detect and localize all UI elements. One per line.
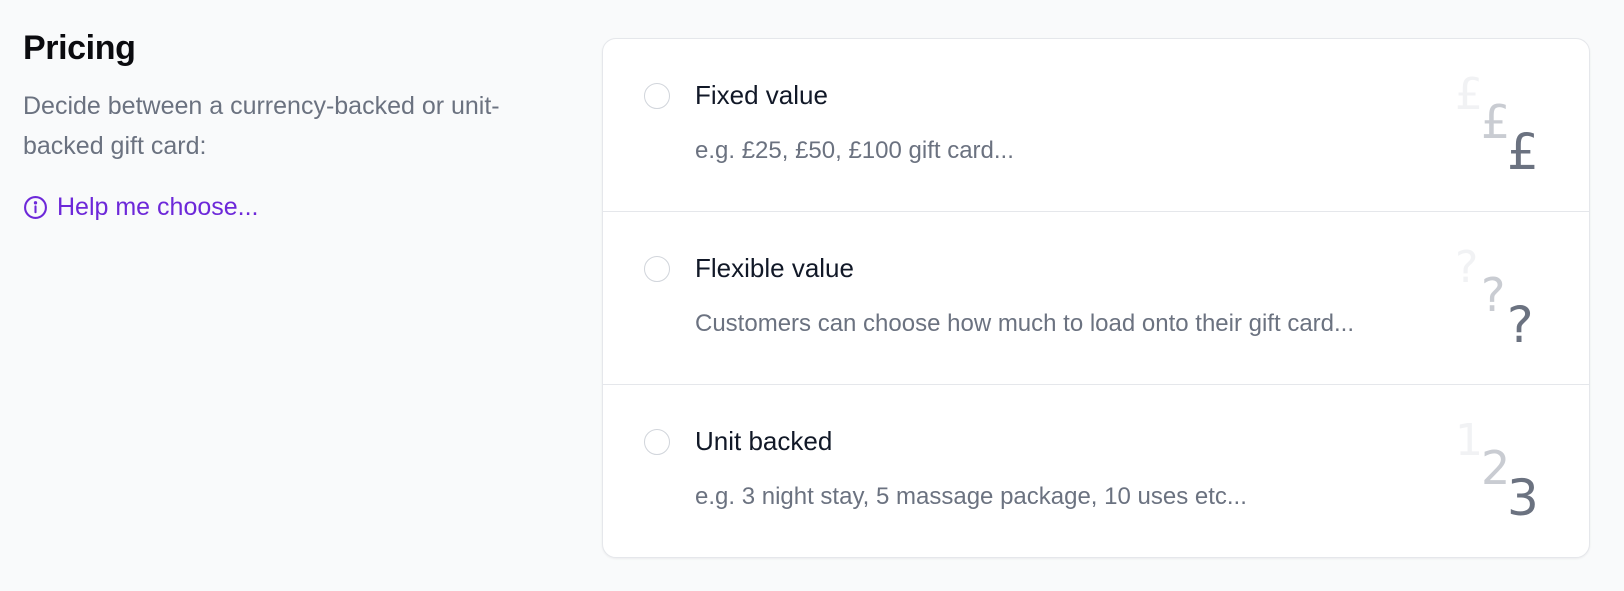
pricing-options-card: Fixed value e.g. £25, £50, £100 gift car… bbox=[602, 38, 1590, 558]
question-glyph-mid: ? bbox=[1481, 268, 1506, 322]
option-description: Customers can choose how much to load on… bbox=[695, 310, 1355, 337]
question-glyph-faint: ? bbox=[1455, 242, 1479, 293]
radio-fixed-value[interactable] bbox=[644, 83, 670, 109]
page-title: Pricing bbox=[23, 29, 136, 67]
pound-glyph-dark: £ bbox=[1507, 123, 1539, 181]
option-title: Unit backed bbox=[695, 426, 833, 456]
info-icon bbox=[23, 195, 48, 220]
section-description: Decide between a currency-backed or unit… bbox=[23, 92, 500, 160]
option-description: e.g. 3 night stay, 5 massage package, 10… bbox=[695, 483, 1247, 510]
help-link-label: Help me choose... bbox=[57, 193, 259, 221]
option-flexible-value[interactable]: Flexible value Customers can choose how … bbox=[603, 212, 1589, 385]
pound-glyph-mid: £ bbox=[1481, 95, 1511, 149]
radio-flexible-value[interactable] bbox=[644, 256, 670, 282]
radio-unit-backed[interactable] bbox=[644, 429, 670, 455]
pricing-section-header: Pricing Decide between a currency-backed… bbox=[23, 28, 543, 224]
help-me-choose-link[interactable]: Help me choose... bbox=[23, 190, 543, 224]
number-glyph-mid: 2 bbox=[1481, 441, 1511, 495]
numbers-icon: 1 2 3 bbox=[1449, 417, 1549, 527]
pound-glyph-faint: £ bbox=[1455, 69, 1483, 120]
pound-sign-icon: £ £ £ bbox=[1449, 71, 1549, 181]
number-glyph-faint: 1 bbox=[1455, 415, 1483, 466]
option-description: e.g. £25, £50, £100 gift card... bbox=[695, 137, 1014, 164]
question-glyph-dark: ? bbox=[1507, 296, 1534, 354]
question-mark-icon: ? ? ? bbox=[1449, 244, 1549, 354]
option-fixed-value[interactable]: Fixed value e.g. £25, £50, £100 gift car… bbox=[603, 39, 1589, 212]
option-title: Flexible value bbox=[695, 253, 854, 283]
option-title: Fixed value bbox=[695, 80, 828, 110]
option-unit-backed[interactable]: Unit backed e.g. 3 night stay, 5 massage… bbox=[603, 385, 1589, 557]
number-glyph-dark: 3 bbox=[1507, 469, 1539, 527]
